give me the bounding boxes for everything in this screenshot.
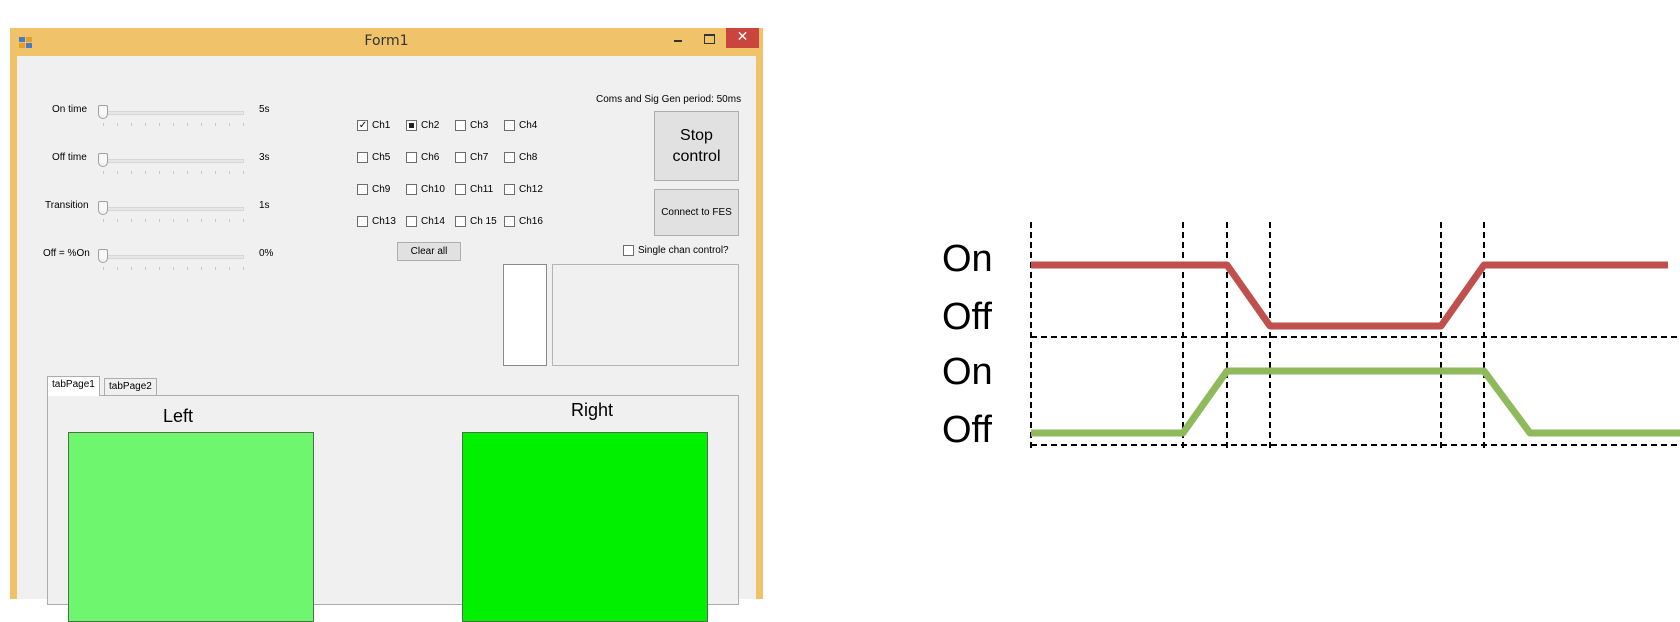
- tab-page1[interactable]: tabPage1: [47, 376, 100, 396]
- bottom-channel-trace: [1031, 367, 1680, 437]
- top-channel-trace: [1031, 261, 1668, 330]
- guide-lines: [1030, 222, 1680, 448]
- timing-diagram: [1030, 222, 1680, 448]
